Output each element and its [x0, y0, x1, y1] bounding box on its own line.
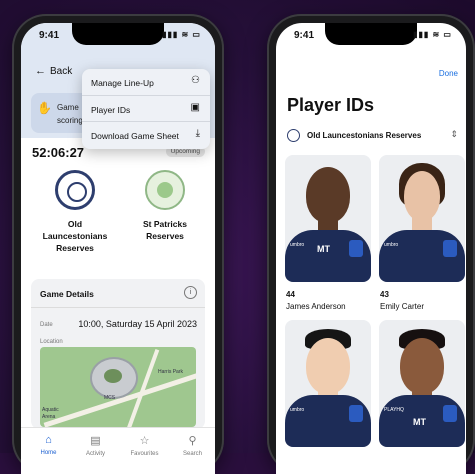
- game-card-text: Game scoring: [57, 103, 83, 125]
- status-icons: ▮▮▮ ≋ ▭: [413, 30, 452, 39]
- phone-right: 9:41 ▮▮▮ ≋ ▭ Done Player IDs Old Launces…: [267, 14, 475, 474]
- away-team-name: St Patricks Reserves: [143, 219, 187, 241]
- home-team[interactable]: Old Launcestonians Reserves: [35, 170, 115, 254]
- game-details-heading: Game Details: [40, 289, 94, 299]
- map-label: Harris Park: [158, 369, 184, 375]
- location-label: Location: [40, 339, 63, 345]
- done-button[interactable]: Done: [439, 69, 458, 78]
- stadium-marker-icon: [90, 357, 138, 399]
- tab-activity[interactable]: ▤ Activity: [73, 434, 118, 457]
- player-face: [306, 338, 350, 394]
- player-number: 43: [380, 290, 389, 299]
- search-icon: ⚲: [188, 435, 197, 447]
- menu-item-manage-line-up[interactable]: Manage Line-Up ⚇: [82, 69, 210, 95]
- map-label: Arena: [42, 414, 56, 420]
- club-badge-icon: [349, 405, 363, 422]
- away-team[interactable]: St Patricks Reserves: [125, 170, 205, 242]
- home-icon: ⌂: [45, 434, 52, 446]
- location-map[interactable]: MCS Harris Park Aquatic Arena: [40, 347, 196, 427]
- player-shirt: umbro MT: [285, 230, 371, 282]
- back-label: Back: [50, 66, 73, 77]
- back-button[interactable]: ← Back: [35, 65, 72, 77]
- menu-item-download-game-sheet[interactable]: Download Game Sheet ⤓: [82, 121, 210, 148]
- people-icon: ⚇: [191, 75, 200, 86]
- game-screen: 9:41 ▮▮▮ ≋ ▭ ← Back ✋ Game scoring Manage …: [21, 23, 215, 474]
- date-value: 10:00, Saturday 15 April 2023: [78, 319, 197, 329]
- club-badge-icon: [443, 240, 457, 257]
- status-icons: ▮▮▮ ≋ ▭: [162, 30, 201, 39]
- divider: [31, 307, 205, 308]
- date-label: Date: [40, 322, 53, 328]
- game-details-card: Game Details i Date 10:00, Saturday 15 A…: [31, 279, 205, 429]
- star-icon: ☆: [139, 435, 150, 447]
- player-number: 44: [286, 290, 295, 299]
- tab-bar: ⌂ Home ▤ Activity ☆ Favourites ⚲ Search: [21, 427, 215, 473]
- download-icon: ⤓: [195, 128, 200, 139]
- tab-search[interactable]: ⚲ Search: [170, 434, 215, 457]
- player-name: Emily Carter: [380, 302, 425, 311]
- shirt-sponsor: MT: [413, 417, 426, 427]
- activity-icon: ▤: [90, 435, 101, 447]
- context-menu: Manage Line-Up ⚇ Player IDs ▣ Download G…: [82, 69, 210, 149]
- chevron-updown-icon: ⇕: [450, 129, 458, 139]
- player-shirt: umbro: [285, 395, 371, 447]
- id-card-icon: ▣: [190, 102, 200, 113]
- player-shirt: PLAYHQ MT: [379, 395, 465, 447]
- player-name: James Anderson: [286, 302, 346, 311]
- shirt-sponsor: MT: [317, 244, 330, 254]
- status-bar: 9:41 ▮▮▮ ≋ ▭: [276, 30, 466, 44]
- status-bar: 9:41 ▮▮▮ ≋ ▭: [21, 30, 215, 44]
- player-shirt: umbro: [379, 230, 465, 282]
- player-face: [400, 338, 444, 394]
- home-team-crest-icon: [55, 170, 95, 210]
- player-face: [306, 167, 350, 223]
- player-card[interactable]: umbro: [379, 155, 465, 282]
- info-icon[interactable]: i: [184, 286, 197, 299]
- arrow-left-icon: ←: [35, 65, 46, 77]
- player-card[interactable]: umbro MT: [285, 155, 371, 282]
- away-team-crest-icon: [145, 170, 185, 210]
- player-face: [404, 171, 440, 221]
- hand-icon: ✋: [37, 101, 52, 115]
- status-time: 9:41: [39, 30, 60, 41]
- team-selector[interactable]: Old Launcestonians Reserves ⇕: [287, 129, 458, 145]
- status-time: 9:41: [294, 30, 315, 41]
- page-title: Player IDs: [287, 95, 375, 115]
- club-badge-icon: [349, 240, 363, 257]
- player-ids-screen: 9:41 ▮▮▮ ≋ ▭ Done Player IDs Old Launces…: [276, 23, 466, 474]
- map-label: Aquatic: [42, 407, 59, 413]
- countdown-timer: 52:06:27: [32, 145, 85, 160]
- player-card[interactable]: PLAYHQ MT: [379, 320, 465, 447]
- map-label: MCS: [104, 395, 116, 401]
- home-team-name: Old Launcestonians Reserves: [42, 219, 108, 253]
- team-crest-icon: [287, 129, 300, 142]
- player-card[interactable]: umbro: [285, 320, 371, 447]
- tab-favourites[interactable]: ☆ Favourites: [122, 434, 167, 457]
- phone-left: 9:41 ▮▮▮ ≋ ▭ ← Back ✋ Game scoring Manage …: [12, 14, 224, 474]
- team-selector-label: Old Launcestonians Reserves: [307, 131, 422, 140]
- menu-item-player-ids[interactable]: Player IDs ▣: [82, 95, 210, 122]
- club-badge-icon: [443, 405, 457, 422]
